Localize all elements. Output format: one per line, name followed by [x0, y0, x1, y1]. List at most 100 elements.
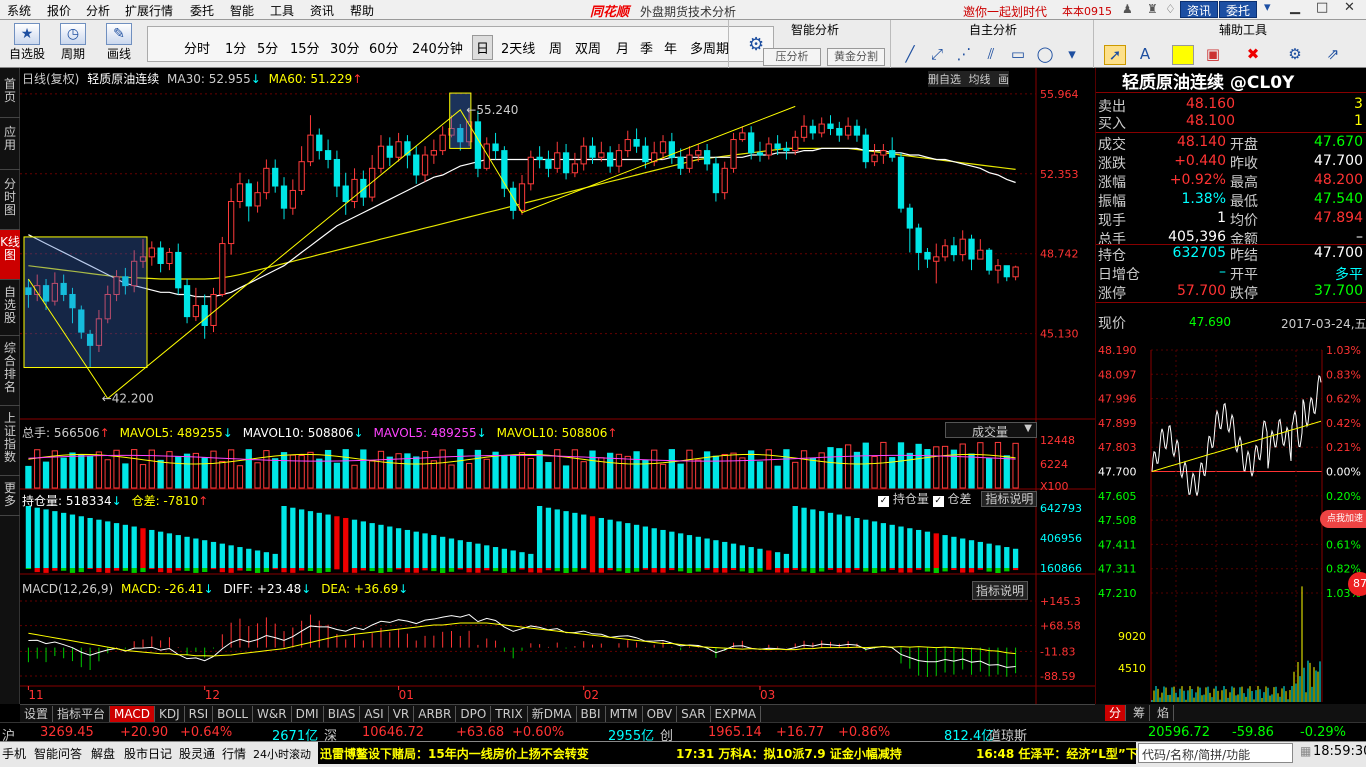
status-gulingtong[interactable]: 股灵通: [179, 745, 215, 762]
minimize-icon[interactable]: ▁: [1290, 0, 1300, 15]
oi-checkbox[interactable]: ✓: [878, 496, 889, 507]
status-mobile[interactable]: 手机: [2, 745, 26, 762]
bell-icon[interactable]: ♟: [1122, 2, 1133, 16]
watchlist-tool[interactable]: ★ 自选股: [6, 23, 48, 62]
info-button[interactable]: 资讯: [1180, 1, 1219, 18]
period-quarter[interactable]: 季: [640, 38, 653, 57]
color-swatch[interactable]: [1172, 45, 1194, 65]
polyline-icon[interactable]: ⋰: [953, 45, 975, 65]
skin-icon[interactable]: ♢: [1165, 2, 1176, 16]
period-2day[interactable]: 2天线: [501, 38, 535, 57]
indicator-tab[interactable]: SAR: [677, 706, 711, 722]
sidebar-ranking[interactable]: 综合排名: [0, 336, 20, 406]
ray-icon[interactable]: ⤢: [926, 45, 948, 65]
period-2week[interactable]: 双周: [575, 38, 601, 57]
indicator-tab[interactable]: KDJ: [155, 706, 185, 722]
speed-badge[interactable]: 点我加速: [1320, 510, 1366, 528]
menu-analysis[interactable]: 分析: [86, 2, 110, 19]
period-1min[interactable]: 1分: [225, 38, 246, 57]
rectangle-icon[interactable]: ▭: [1007, 45, 1029, 65]
chart-svg[interactable]: 55.964 52.353 48.742 45.130 12448 6224 X100 642…: [20, 68, 1095, 704]
period-tool[interactable]: ◷ 周期: [52, 23, 94, 62]
menu-extended[interactable]: 扩展行情: [125, 2, 173, 19]
sidebar-home[interactable]: 首页: [0, 68, 20, 118]
kline-chart-area[interactable]: 55.964 52.353 48.742 45.130 12448 6224 X100 642…: [20, 68, 1095, 704]
indicator-tab[interactable]: BIAS: [324, 706, 361, 722]
period-fenshi[interactable]: 分时: [184, 38, 210, 57]
search-field[interactable]: 代码/名称/简拼/功能: [1138, 743, 1293, 763]
period-5min[interactable]: 5分: [257, 38, 278, 57]
indicator-tab[interactable]: BOLL: [213, 706, 254, 722]
grid-icon[interactable]: ▦: [1300, 744, 1311, 758]
period-60min[interactable]: 60分: [369, 38, 399, 57]
indicator-tab[interactable]: VR: [389, 706, 415, 722]
delete-icon[interactable]: ✖: [1242, 45, 1264, 65]
ellipse-icon[interactable]: ◯: [1034, 45, 1056, 65]
status-qa[interactable]: 智能问答: [34, 745, 82, 762]
remove-watch-tab[interactable]: 删自选: [928, 73, 961, 86]
close-icon[interactable]: ✕: [1344, 0, 1355, 15]
menu-info[interactable]: 资讯: [310, 2, 334, 19]
status-quotes[interactable]: 行情: [222, 745, 246, 762]
eraser-icon[interactable]: ▣: [1202, 45, 1224, 65]
shirt-icon[interactable]: ♜: [1147, 2, 1158, 16]
indicator-tab[interactable]: MACD: [110, 706, 156, 722]
indicator-tab[interactable]: 新DMA: [528, 706, 577, 722]
pressure-button[interactable]: 压分析: [763, 48, 821, 66]
oi-indicator-button[interactable]: 指标说明: [981, 491, 1038, 507]
golden-split-button[interactable]: 黄金分割: [827, 48, 885, 66]
ma-tab[interactable]: 均线: [969, 73, 991, 86]
quote-tab[interactable]: 筹: [1129, 705, 1151, 721]
menu-quotes[interactable]: 报价: [47, 2, 71, 19]
period-15min[interactable]: 15分: [290, 38, 320, 57]
settings-icon[interactable]: ⚙: [1284, 45, 1306, 65]
channel-icon[interactable]: ⫽: [980, 45, 1002, 65]
sidebar-apps[interactable]: 应用: [0, 118, 20, 170]
line-segment-icon[interactable]: ╱: [899, 45, 921, 65]
period-month[interactable]: 月: [616, 38, 629, 57]
status-commentary[interactable]: 解盘: [91, 745, 115, 762]
draw-tab[interactable]: 画: [998, 73, 1009, 86]
period-multi[interactable]: 多周期: [690, 38, 729, 57]
indicator-tab[interactable]: EXPMA: [711, 706, 762, 722]
indicator-tab[interactable]: DMI: [292, 706, 324, 722]
indicator-tab[interactable]: MTM: [606, 706, 643, 722]
news-item-3[interactable]: 16:48 任泽平：经济“L型”下: [976, 745, 1138, 762]
indicator-tab[interactable]: OBV: [643, 706, 678, 722]
volume-select[interactable]: 成交量 ▼: [945, 422, 1037, 439]
export-icon[interactable]: ⇗: [1322, 45, 1344, 65]
quote-tab[interactable]: 分: [1105, 705, 1127, 721]
invite-link[interactable]: 邀你一起划时代: [963, 3, 1047, 20]
sidebar-kline[interactable]: K线图: [0, 230, 20, 280]
sidebar-shindex[interactable]: 上证指数: [0, 406, 20, 476]
sidebar-more[interactable]: 更多: [0, 476, 20, 516]
draw-tool[interactable]: ✎ 画线: [98, 23, 140, 62]
status-rolling[interactable]: 24小时滚动: [253, 746, 311, 762]
indicator-tab[interactable]: ASI: [360, 706, 389, 722]
indicator-tab[interactable]: BBI: [577, 706, 606, 722]
period-week[interactable]: 周: [549, 38, 562, 57]
indicator-tab[interactable]: W&R: [253, 706, 292, 722]
indicator-tab[interactable]: 设置: [20, 706, 54, 722]
speed-percent[interactable]: 87: [1348, 572, 1366, 596]
quote-tab[interactable]: 焰: [1153, 705, 1175, 721]
indicator-tab[interactable]: TRIX: [491, 706, 528, 722]
menu-smart[interactable]: 智能: [230, 2, 254, 19]
menu-system[interactable]: 系统: [7, 2, 31, 19]
dropdown-icon[interactable]: ▾: [1264, 0, 1271, 15]
news-item-1[interactable]: 迅雷博鳌设下赌局：15年内一线房价上扬不会转变: [320, 745, 589, 762]
cursor-icon[interactable]: ➚: [1104, 45, 1126, 65]
indicator-tab[interactable]: 指标平台: [53, 706, 111, 722]
trade-button[interactable]: 委托: [1219, 1, 1258, 18]
indicator-tab[interactable]: RSI: [185, 706, 214, 722]
indicator-tab[interactable]: ARBR: [414, 706, 457, 722]
period-year[interactable]: 年: [664, 38, 677, 57]
period-240min[interactable]: 240分钟: [412, 38, 463, 57]
sidebar-watchlist[interactable]: 自选股: [0, 280, 20, 336]
news-item-2[interactable]: 17:31 万科A：拟10派7.9 证金小幅减持: [676, 745, 902, 762]
status-diary[interactable]: 股市日记: [124, 745, 172, 762]
indicator-tab[interactable]: DPO: [456, 706, 492, 722]
menu-tools[interactable]: 工具: [270, 2, 294, 19]
text-tool-icon[interactable]: A: [1134, 45, 1156, 65]
diff-checkbox[interactable]: ✓: [932, 496, 944, 507]
